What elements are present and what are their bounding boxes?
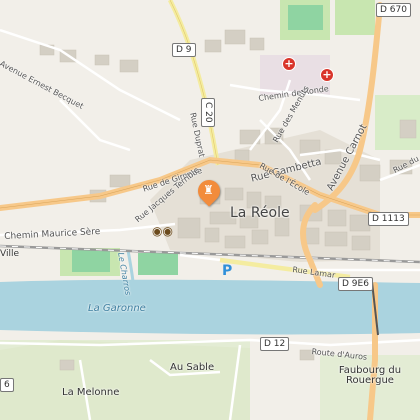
road-shield-d1113: D 1113: [368, 212, 409, 226]
hospital-icon[interactable]: +: [320, 68, 334, 82]
place-label: La Melonne: [62, 387, 120, 398]
pitch: [138, 253, 178, 275]
pitch: [288, 5, 323, 30]
place-label: Au Sable: [170, 362, 215, 373]
road-shield-c20: C 20: [201, 98, 215, 127]
road-shield-d9: D 9: [172, 43, 196, 57]
road-shield-d12: D 12: [260, 337, 290, 351]
parking-icon[interactable]: P: [222, 263, 232, 279]
town-label: La Réole: [230, 205, 290, 221]
green-area: [335, 0, 375, 35]
binoculars-icon[interactable]: ◉◉: [152, 224, 173, 238]
farmland: [0, 340, 250, 420]
road-shield-d670: D 670: [376, 3, 411, 17]
tower-icon: ♜: [203, 183, 214, 197]
place-label: Faubourg du Rouergue: [338, 365, 402, 386]
road-shield-d9e6: D 9E6: [338, 277, 373, 291]
pitch: [72, 250, 110, 272]
place-label: Ville: [0, 249, 19, 259]
road-shield-edge: 6: [0, 378, 14, 392]
map-view[interactable]: Avenue Ernest Becquet Rue Duprat Rue Gam…: [0, 0, 420, 420]
poi-marker[interactable]: ♜: [193, 175, 225, 208]
hospital-icon[interactable]: +: [282, 57, 296, 71]
river-label: La Garonne: [88, 303, 146, 314]
